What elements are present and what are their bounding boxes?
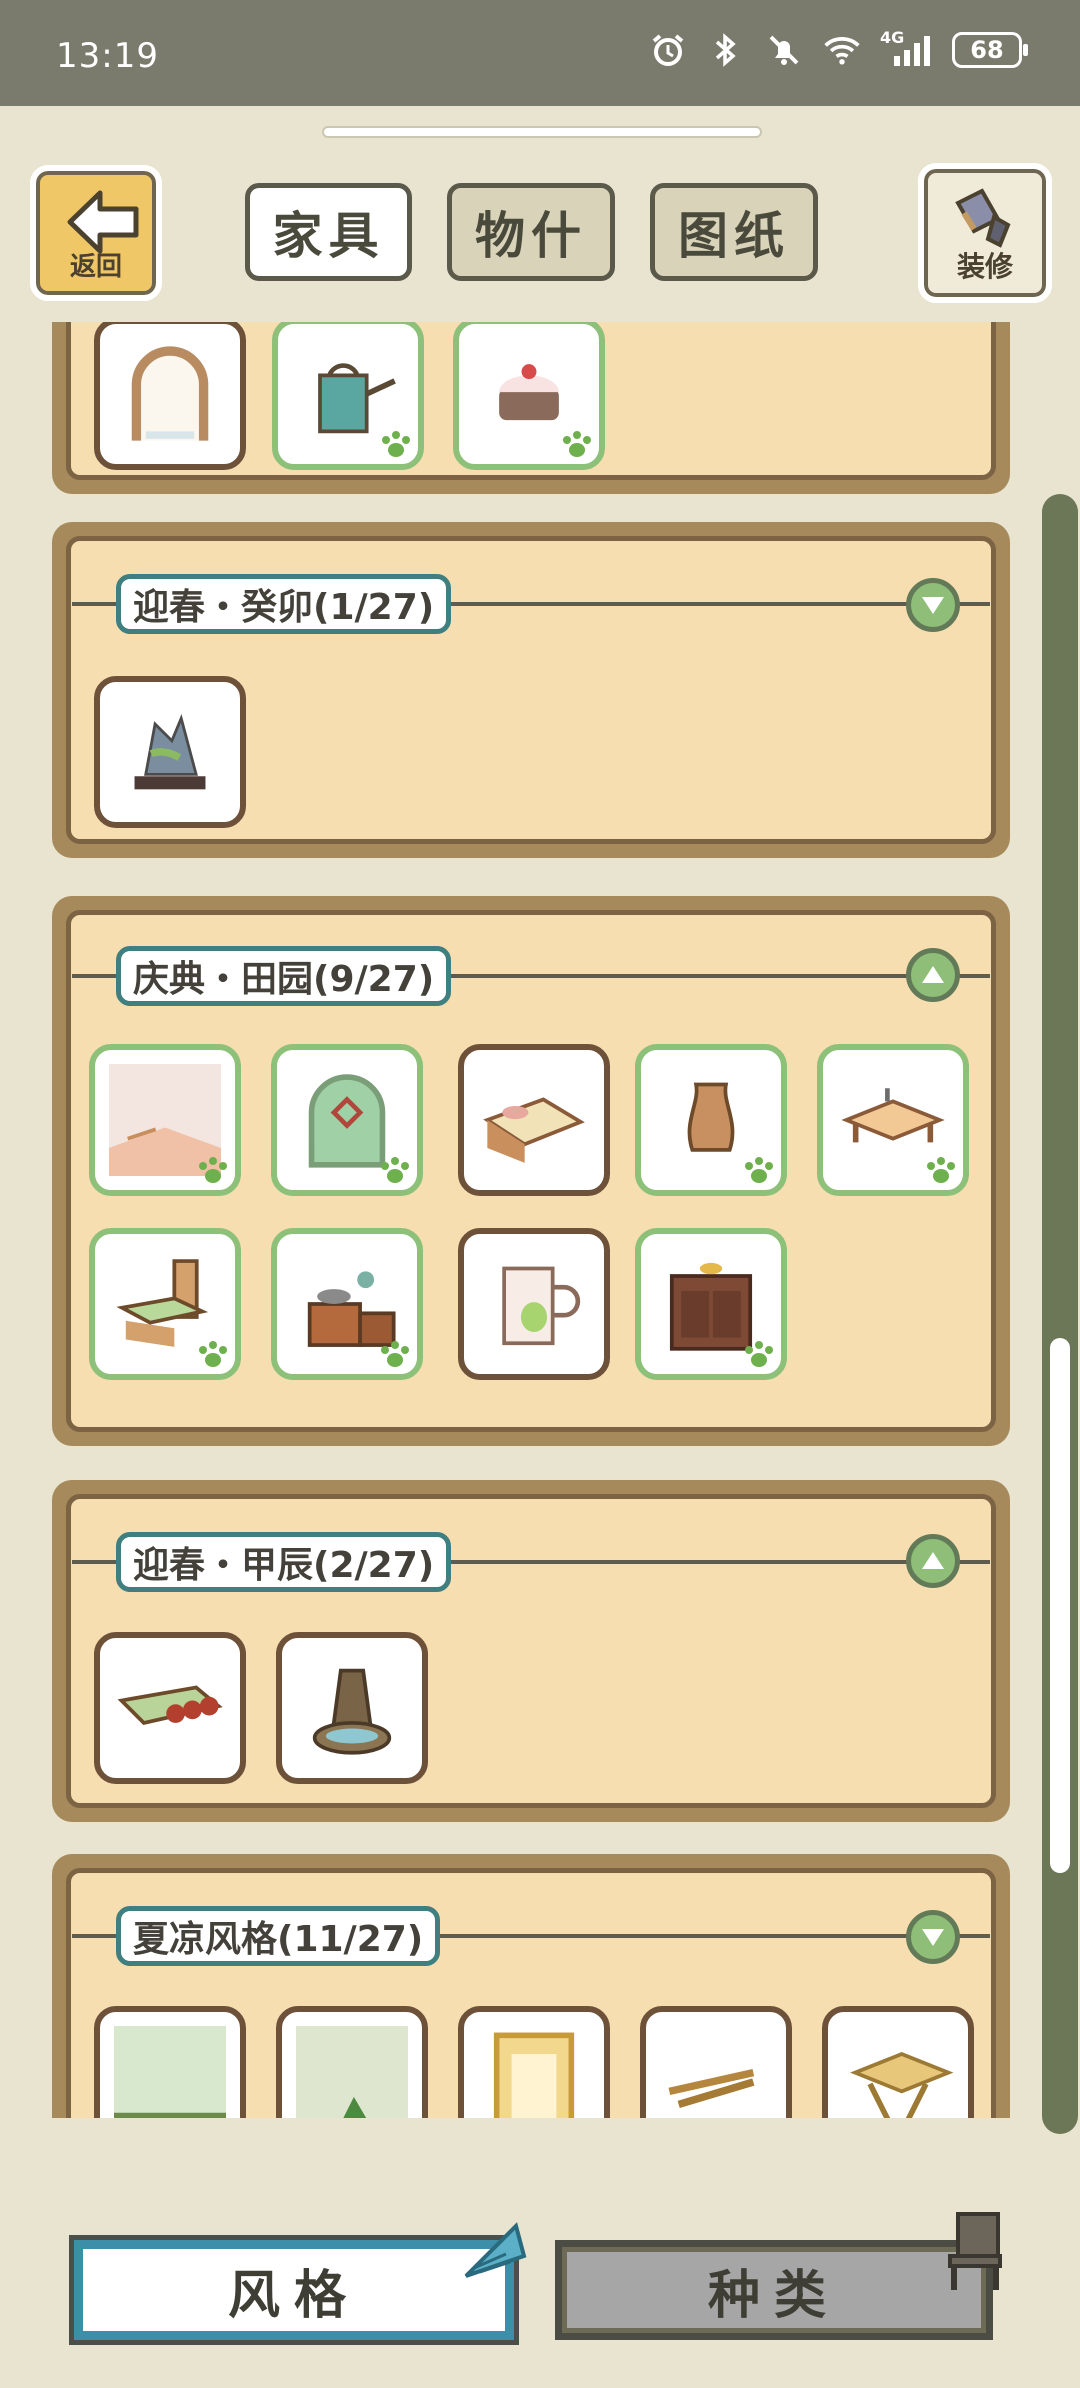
item-stove-set[interactable] xyxy=(271,1228,423,1380)
scrollbar-track[interactable] xyxy=(1042,494,1078,2134)
tab-type-label: 种类 xyxy=(707,2265,840,2326)
expand-toggle[interactable] xyxy=(906,1910,960,1964)
item-flower-window[interactable] xyxy=(271,1044,423,1196)
rock-fountain-icon xyxy=(312,1668,392,1755)
item-cake[interactable] xyxy=(453,322,605,470)
chevron-down-icon xyxy=(922,597,944,614)
decorate-label: 装修 xyxy=(956,250,1013,283)
group-title: 庆典・田园(9/27) xyxy=(116,946,452,1006)
rock-bonsai-icon xyxy=(134,714,206,790)
signal-4g-icon: 4G xyxy=(880,28,934,70)
bamboo-pile-icon xyxy=(668,2069,755,2108)
item-wooden-bed[interactable] xyxy=(458,1044,610,1196)
chevron-up-icon xyxy=(922,1552,944,1569)
item-bamboo-stool[interactable] xyxy=(822,2006,974,2118)
tab-blueprints[interactable]: 图纸 xyxy=(650,183,818,281)
paw-icon xyxy=(927,1157,955,1183)
collapse-toggle[interactable] xyxy=(906,1534,960,1588)
item-wooden-cabinet[interactable] xyxy=(635,1228,787,1380)
status-icons: 4G 68 xyxy=(648,28,1028,70)
decorate-button[interactable]: 装修 xyxy=(918,163,1052,303)
bed-icon xyxy=(483,1097,585,1163)
chevron-down-icon xyxy=(922,1929,944,1946)
scrollbar-thumb[interactable] xyxy=(1050,1338,1070,1873)
item-bamboo-pile[interactable] xyxy=(640,2006,792,2118)
paw-icon xyxy=(381,1341,409,1367)
item-wooden-chair[interactable] xyxy=(89,1228,241,1380)
bamboo-stool-icon xyxy=(850,2051,954,2118)
tab-style-label: 风格 xyxy=(227,2265,360,2326)
mute-icon xyxy=(764,30,804,70)
status-time: 13:19 xyxy=(56,36,159,76)
item-arched-window[interactable] xyxy=(94,322,246,470)
battery-indicator: 68 xyxy=(952,32,1028,68)
chevron-up-icon xyxy=(922,966,944,983)
chair-tab-icon xyxy=(948,2212,1002,2290)
item-rock-fountain[interactable] xyxy=(276,1632,428,1784)
expand-toggle[interactable] xyxy=(906,578,960,632)
mug-icon xyxy=(502,1266,581,1346)
group-title: 迎春・癸卯(1/27) xyxy=(116,574,452,634)
item-clay-vase[interactable] xyxy=(635,1044,787,1196)
signal-label: 4G xyxy=(880,28,905,47)
bamboo-door-icon xyxy=(493,2032,575,2118)
furniture-list[interactable]: 迎春・癸卯(1/27) 庆典・田园(9/27) 迎春・甲辰(2/27) 夏凉风格… xyxy=(0,322,1080,2118)
wifi-icon xyxy=(822,30,862,70)
group-title: 迎春・甲辰(2/27) xyxy=(116,1532,452,1592)
item-picnic-wallpaper[interactable] xyxy=(89,1044,241,1196)
paw-icon xyxy=(199,1341,227,1367)
back-button[interactable]: 返回 xyxy=(30,165,162,301)
tab-type[interactable]: 种类 xyxy=(555,2240,993,2340)
collapse-toggle[interactable] xyxy=(906,948,960,1002)
paw-icon xyxy=(199,1157,227,1183)
leaf-floor-icon xyxy=(296,2026,408,2118)
item-leaf-floor[interactable] xyxy=(276,2006,428,2118)
shell-icon xyxy=(464,2222,527,2278)
item-bamboo-wallpaper[interactable] xyxy=(94,2006,246,2118)
bamboo-wallpaper-icon xyxy=(114,2026,226,2118)
pull-handle[interactable] xyxy=(322,126,762,138)
paw-icon xyxy=(745,1341,773,1367)
item-low-table[interactable] xyxy=(817,1044,969,1196)
tab-style[interactable]: 风格 xyxy=(74,2240,514,2340)
group-title: 夏凉风格(11/27) xyxy=(116,1906,441,1966)
paw-icon xyxy=(381,1157,409,1183)
alarm-icon xyxy=(648,30,688,70)
tab-furniture[interactable]: 家具 xyxy=(245,183,412,281)
item-watering-can[interactable] xyxy=(272,322,424,470)
item-mug[interactable] xyxy=(458,1228,610,1380)
item-bamboo-door[interactable] xyxy=(458,2006,610,2118)
scroll-rolls-icon xyxy=(117,1685,223,1725)
paw-icon xyxy=(745,1157,773,1183)
back-label: 返回 xyxy=(69,252,122,282)
paw-icon xyxy=(382,431,410,457)
bluetooth-icon xyxy=(706,30,746,70)
item-rock-garden-bonsai[interactable] xyxy=(94,676,246,828)
item-scroll-rolls[interactable] xyxy=(94,1632,246,1784)
paw-icon xyxy=(563,431,591,457)
tab-items[interactable]: 物什 xyxy=(447,183,615,281)
status-bar: 13:19 4G 68 xyxy=(0,0,1080,106)
arched-window-icon xyxy=(131,346,209,441)
